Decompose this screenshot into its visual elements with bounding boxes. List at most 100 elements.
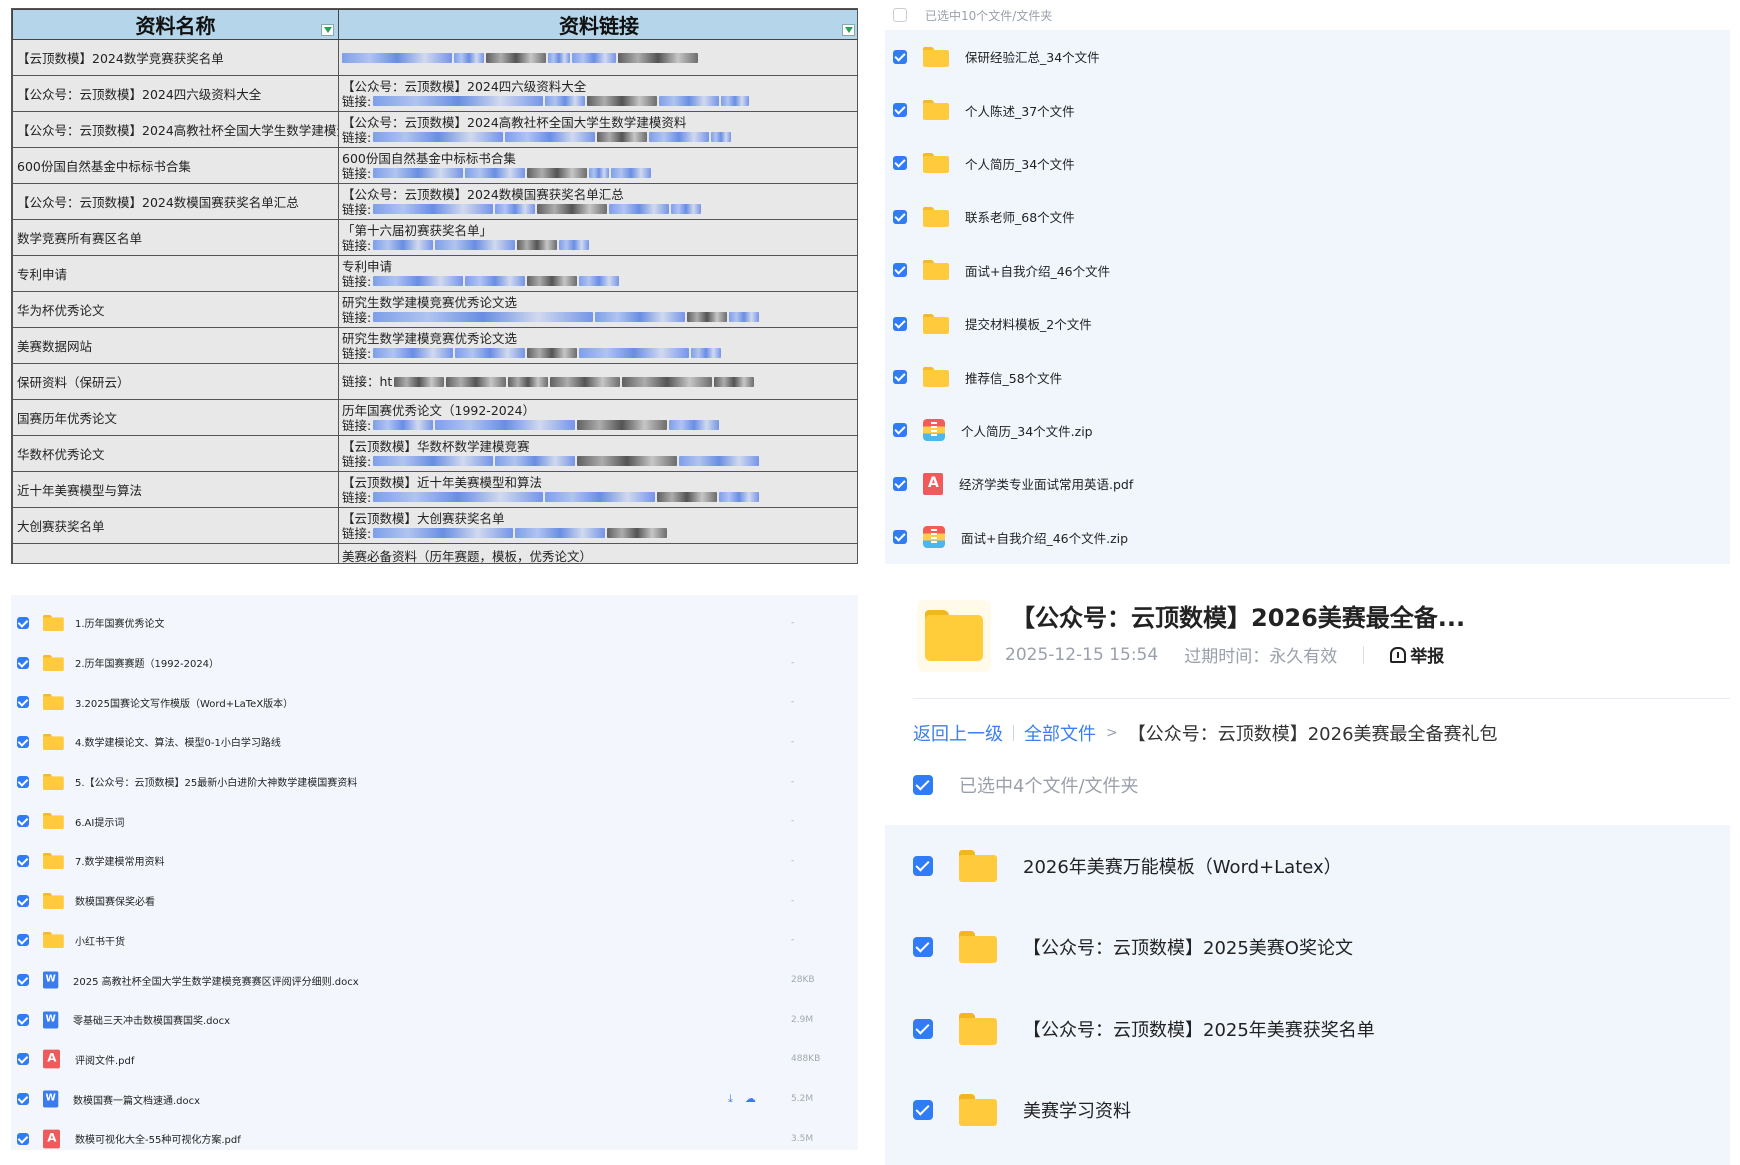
list-item[interactable]: 面试+自我介绍_46个文件 <box>885 244 1730 297</box>
cell-resource-link[interactable]: 【公众号：云顶数模】2024四六级资料大全 链接: <box>338 75 857 112</box>
cell-resource-link[interactable]: 【云顶数模】华数杯数学建模竞赛 链接: <box>338 435 857 472</box>
select-all-checkbox[interactable] <box>913 775 933 795</box>
filter-icon[interactable] <box>321 24 334 36</box>
cell-resource-link[interactable]: 研究生数学建模竞赛优秀论文选 链接: <box>338 291 857 328</box>
checkbox-checked[interactable] <box>913 1100 933 1121</box>
checkbox-checked[interactable] <box>17 735 29 748</box>
checkbox-checked[interactable] <box>17 616 29 629</box>
list-item[interactable]: 2.历年国赛赛题（1992-2024） - <box>11 643 858 683</box>
cell-resource-link[interactable]: 【公众号：云顶数模】2024数模国赛获奖名单汇总 链接: <box>338 183 857 220</box>
download-icon[interactable]: ⤓ <box>728 1092 733 1106</box>
table-row: 【云顶数模】2024数学竞赛获奖名单 <box>12 39 857 76</box>
link-line: 链接: <box>342 274 856 289</box>
list-item[interactable]: 小红书干货 - <box>11 921 858 961</box>
column-header-link[interactable]: 资料链接 <box>338 9 857 40</box>
redacted-link-segment <box>373 348 454 358</box>
checkbox-checked[interactable] <box>17 815 29 828</box>
list-item[interactable]: 美赛学习资料 <box>885 1070 1730 1152</box>
checkbox-checked[interactable] <box>17 696 29 709</box>
alarm-icon <box>1390 646 1407 663</box>
file-name: 数模国赛一篇文档速通.docx <box>73 1095 201 1107</box>
link-prefix: 链接: <box>342 165 372 181</box>
list-item[interactable]: 数模国赛一篇文档速通.docx⤓☁5.2M <box>11 1079 858 1119</box>
list-item[interactable]: 个人简历_34个文件.zip <box>885 404 1730 457</box>
cell-resource-link[interactable]: 历年国赛优秀论文（1992-2024） 链接: <box>338 399 857 436</box>
list-item[interactable]: 5.【公众号：云顶数模】25最新小白进阶大神数学建模国赛资料 - <box>11 762 858 802</box>
resource-table: 资料名称 资料链接 【云顶数模】2024数学竞赛获奖名单 【公众号：云顶数模】20… <box>12 9 857 563</box>
checkbox-checked[interactable] <box>893 370 907 385</box>
checkbox-checked[interactable] <box>893 423 907 438</box>
cell-resource-link[interactable]: 链接：ht <box>338 363 857 400</box>
checkbox-checked[interactable] <box>17 854 29 867</box>
back-link[interactable]: 返回上一级 <box>913 720 1003 746</box>
checkbox-checked[interactable] <box>893 49 907 64</box>
list-item[interactable]: 1.历年国赛优秀论文 - <box>11 603 858 643</box>
list-item[interactable]: 数模可视化大全-55种可视化方案.pdf 3.5M <box>11 1119 858 1159</box>
checkbox-checked[interactable] <box>17 934 29 947</box>
checkbox-checked[interactable] <box>913 855 933 876</box>
list-item[interactable]: 推荐信_58个文件 <box>885 350 1730 403</box>
checkbox-checked[interactable] <box>913 937 933 958</box>
checkbox-checked[interactable] <box>893 103 907 118</box>
list-item[interactable]: 保研经验汇总_34个文件 <box>885 30 1730 83</box>
checkbox-checked[interactable] <box>17 894 29 907</box>
list-item[interactable]: 3.2025国赛论文写作模版（Word+LaTeX版本） - <box>11 682 858 722</box>
cell-resource-link[interactable]: 研究生数学建模竞赛优秀论文选 链接: <box>338 327 857 364</box>
folder-icon <box>43 813 64 830</box>
checkbox-checked[interactable] <box>893 316 907 331</box>
list-item[interactable]: 提交材料模板_2个文件 <box>885 297 1730 350</box>
redacted-link-segment <box>679 456 760 466</box>
list-item[interactable]: 【公众号：云顶数模】2025美赛O奖论文 <box>885 907 1730 989</box>
list-item[interactable]: 2025 高教社杯全国大学生数学建模竞赛赛区评阅评分细则.docx 28KB <box>11 960 858 1000</box>
list-item[interactable]: 4.数学建模论文、算法、模型0-1小白学习路线 - <box>11 722 858 762</box>
cell-resource-link[interactable]: 【云顶数模】近十年美赛模型和算法 链接: <box>338 471 857 508</box>
list-item[interactable]: 6.AI提示词 - <box>11 801 858 841</box>
select-all-checkbox[interactable] <box>893 8 907 22</box>
cell-resource-link[interactable]: 600份国自然基金中标标书合集 链接: <box>338 147 857 184</box>
filter-icon[interactable] <box>842 24 855 36</box>
cell-resource-link[interactable]: 美赛必备资料（历年赛题，模板，优秀论文） <box>338 543 857 563</box>
checkbox-checked[interactable] <box>893 263 907 278</box>
share-meta: 2025-12-15 15:54 过期时间：永久有效 举报 <box>1005 642 1444 668</box>
checkbox-checked[interactable] <box>17 775 29 788</box>
cell-resource-name: 近十年美赛模型与算法 <box>12 471 339 508</box>
redacted-link-segment <box>373 96 544 106</box>
list-item[interactable]: 经济学类专业面试常用英语.pdf <box>885 457 1730 510</box>
checkbox-checked[interactable] <box>17 656 29 669</box>
checkbox-checked[interactable] <box>17 974 29 987</box>
checkbox-checked[interactable] <box>893 476 907 491</box>
cell-resource-link[interactable]: 【公众号：云顶数模】2024高教社杯全国大学生数学建模资料 链接: <box>338 111 857 148</box>
list-item[interactable]: 2026年美赛万能模板（Word+Latex） <box>885 825 1730 907</box>
checkbox-checked[interactable] <box>17 1132 29 1145</box>
checkbox-checked[interactable] <box>893 209 907 224</box>
cell-resource-link[interactable]: 专利申请 链接: <box>338 255 857 292</box>
checkbox-checked[interactable] <box>893 530 907 545</box>
cloud-save-icon[interactable]: ☁ <box>745 1092 756 1106</box>
checkbox-checked[interactable] <box>17 1093 29 1106</box>
checkbox-checked[interactable] <box>17 1053 29 1066</box>
list-item[interactable]: 评阅文件.pdf 488KB <box>11 1040 858 1080</box>
redacted-link-segment <box>435 240 516 250</box>
cell-resource-link[interactable] <box>338 39 857 76</box>
cell-resource-link[interactable]: 「第十六届初赛获奖名单」 链接: <box>338 219 857 256</box>
list-item[interactable]: 数模国赛保奖必看 - <box>11 881 858 921</box>
list-item[interactable]: 联系老师_68个文件 <box>885 190 1730 243</box>
cell-resource-link[interactable]: 【云顶数模】大创赛获奖名单 链接: <box>338 507 857 544</box>
link-title: 【云顶数模】近十年美赛模型和算法 <box>342 474 543 490</box>
link-prefix: 链接: <box>342 129 372 145</box>
list-item[interactable]: 零基础三天冲击数模国赛国奖.docx 2.9M <box>11 1000 858 1040</box>
all-files-link[interactable]: 全部文件 <box>1024 720 1096 746</box>
list-item[interactable]: 面试+自我介绍_46个文件.zip <box>885 511 1730 564</box>
redacted-link-segment <box>587 96 658 106</box>
checkbox-checked[interactable] <box>913 1018 933 1039</box>
column-header-name[interactable]: 资料名称 <box>12 9 339 40</box>
checkbox-checked[interactable] <box>17 1013 29 1026</box>
list-item[interactable]: 7.数学建模常用资料 - <box>11 841 858 881</box>
cell-resource-name: 【公众号：云顶数模】2024四六级资料大全 <box>12 75 339 112</box>
list-item[interactable]: 【公众号：云顶数模】2025年美赛获奖名单 <box>885 988 1730 1070</box>
list-item[interactable]: 个人陈述_37个文件 <box>885 83 1730 136</box>
checkbox-checked[interactable] <box>893 156 907 171</box>
report-button[interactable]: 举报 <box>1390 642 1444 667</box>
redacted-link-segment <box>622 376 713 387</box>
list-item[interactable]: 个人简历_34个文件 <box>885 137 1730 190</box>
